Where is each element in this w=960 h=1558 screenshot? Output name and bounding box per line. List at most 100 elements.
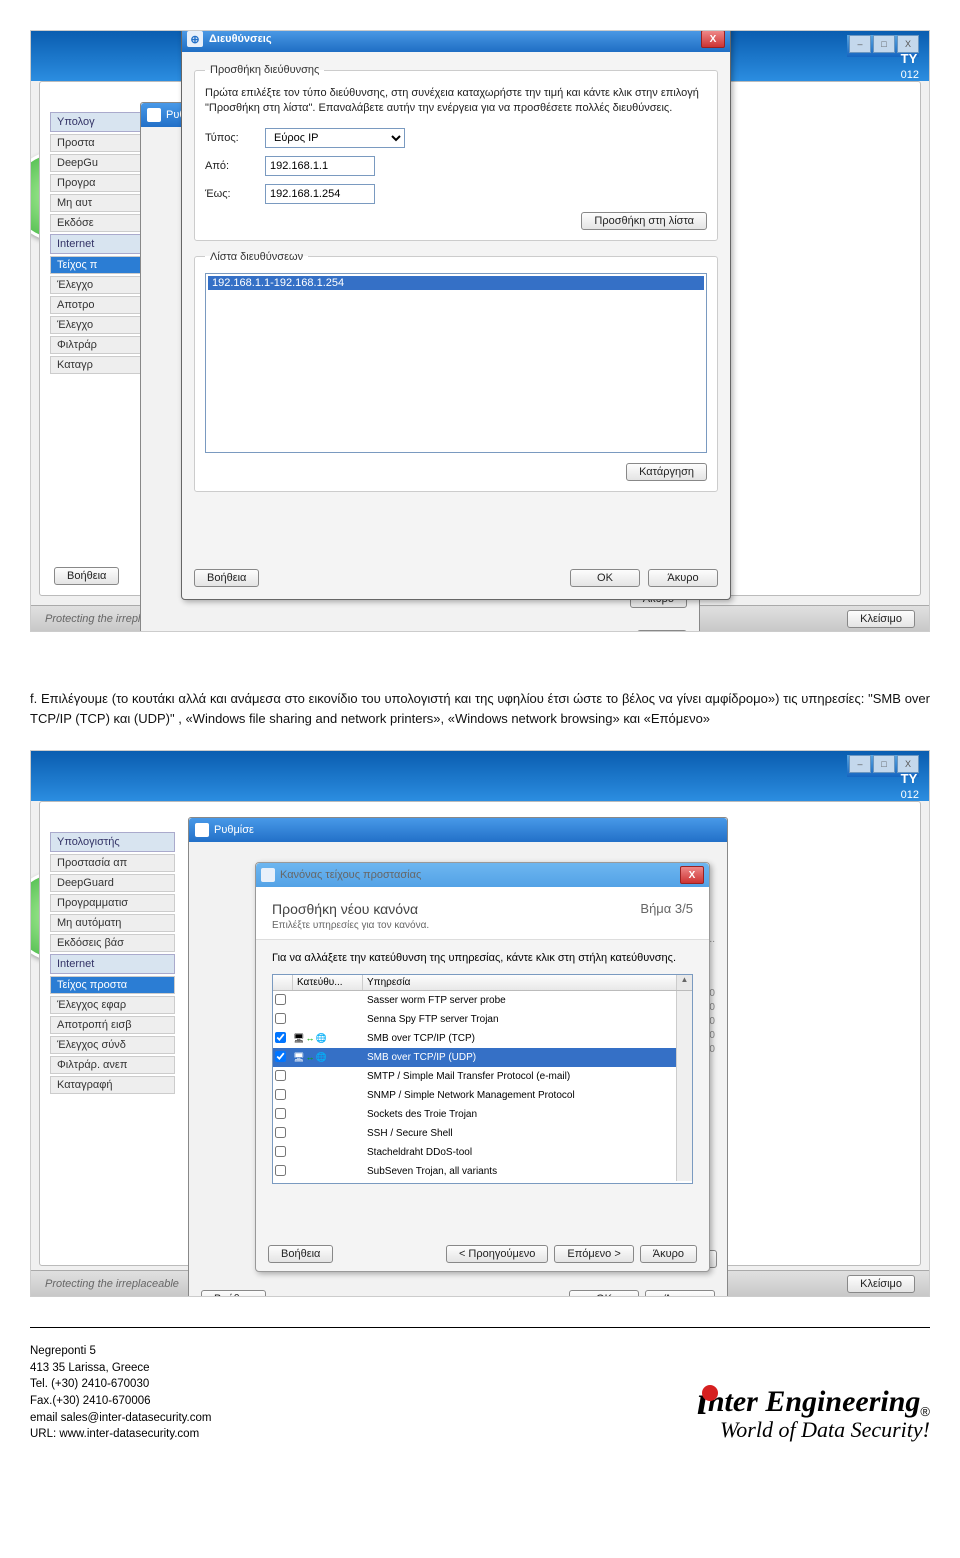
sidebar-item[interactable]: Καταγραφή [50, 1076, 175, 1094]
table-row[interactable]: 🖥↔🌐SMB over TCP/IP (UDP) [273, 1048, 676, 1067]
scroll-up-icon[interactable]: ▲ [676, 975, 692, 990]
cancel-button[interactable]: Άκυρο [645, 1290, 715, 1296]
list-item[interactable]: 192.168.1.1-192.168.1.254 [208, 276, 704, 290]
ok-button[interactable]: OK [570, 569, 640, 587]
close-icon[interactable]: X [680, 866, 704, 884]
add-to-list-button[interactable]: Προσθήκη στη λίστα [581, 212, 707, 230]
sidebar-item[interactable]: DeepGu [50, 154, 150, 172]
addresses-dialog: ⊕ Διευθύνσεις X Προσθήκη διεύθυνσης Πρώτ… [181, 31, 731, 600]
table-row[interactable]: SSH / Secure Shell [273, 1124, 676, 1143]
from-input[interactable] [265, 156, 375, 176]
apply-button[interactable]: ηση [637, 630, 687, 631]
close-button[interactable]: Κλείσιμο [847, 1275, 915, 1293]
service-checkbox[interactable] [275, 1127, 286, 1138]
sidebar-item[interactable]: Έλεγχος σύνδ [50, 1036, 175, 1054]
add-address-legend: Προσθήκη διεύθυνσης [205, 64, 324, 76]
service-name: Sasser worm FTP server probe [363, 995, 676, 1006]
help-button[interactable]: Βοήθεια [54, 567, 119, 585]
sidebar-item[interactable]: Εκδόσεις βάσ [50, 934, 175, 952]
sidebar-item[interactable]: Έλεγχο [50, 276, 150, 294]
sidebar-item[interactable]: Έλεγχος εφαρ [50, 996, 175, 1014]
help-button[interactable]: Βοήθεια [268, 1245, 333, 1263]
bidir-arrow-icon: ↔ [305, 1033, 314, 1044]
sidebar-item[interactable]: DeepGuard [50, 874, 175, 892]
col-direction[interactable]: Κατεύθυ... [293, 975, 363, 990]
instruction-paragraph: f. Επιλέγουμε (το κουτάκι αλλά και ανάμε… [0, 677, 960, 740]
table-row[interactable]: SMTP / Simple Mail Transfer Protocol (e-… [273, 1067, 676, 1086]
maximize-button[interactable]: □ [873, 755, 895, 773]
settings-titlebar: Ρυθμίσε [189, 818, 727, 842]
sidebar-item[interactable]: Προγρα [50, 174, 150, 192]
sidebar-item[interactable]: Μη αυτόματη [50, 914, 175, 932]
table-row[interactable]: SNMP / Simple Network Management Protoco… [273, 1086, 676, 1105]
service-name: SMB over TCP/IP (UDP) [363, 1052, 676, 1063]
help-button[interactable]: Βοήθεια [194, 569, 259, 587]
service-checkbox[interactable] [275, 1108, 286, 1119]
sidebar-item[interactable]: Εκδόσε [50, 214, 150, 232]
sidebar-section-computer: Υπολογ [50, 112, 150, 132]
service-name: SMB over TCP/IP (TCP) [363, 1033, 676, 1044]
computer-icon: 🖥 [293, 1033, 304, 1044]
service-checkbox[interactable] [275, 1146, 286, 1157]
ok-button[interactable]: OK [569, 1290, 639, 1296]
table-row[interactable]: Senna Spy FTP server Trojan [273, 1010, 676, 1029]
sidebar-item[interactable]: Μη αυτ [50, 194, 150, 212]
settings-icon [195, 823, 209, 837]
service-name: SMTP / Simple Mail Transfer Protocol (e-… [363, 1071, 676, 1082]
service-checkbox[interactable] [275, 1032, 286, 1043]
sidebar-item[interactable]: Έλεγχο [50, 316, 150, 334]
rule-header: Προσθήκη νέου κανόνα Επιλέξτε υπηρεσίες … [256, 887, 709, 940]
instructions-text: Πρώτα επιλέξτε τον τύπο διεύθυνσης, στη … [205, 86, 707, 116]
direction-cell[interactable]: 🖥↔🌐 [293, 1033, 363, 1044]
type-label: Τύπος: [205, 132, 265, 144]
sidebar-item[interactable]: Προστα [50, 134, 150, 152]
service-checkbox[interactable] [275, 1165, 286, 1176]
direction-cell[interactable]: 🖥↔🌐 [293, 1052, 363, 1063]
service-checkbox[interactable] [275, 1051, 286, 1062]
table-row[interactable]: 🖥↔🌐SMB over TCP/IP (TCP) [273, 1029, 676, 1048]
service-name: Sockets des Troie Trojan [363, 1109, 676, 1120]
sidebar-item[interactable]: Προγραμματισ [50, 894, 175, 912]
minimize-button[interactable]: – [849, 755, 871, 773]
rule-heading: Προσθήκη νέου κανόνα [272, 901, 429, 917]
cancel-button[interactable]: Άκυρο [640, 1245, 697, 1263]
services-table: Κατεύθυ... Υπηρεσία ▲ Sasser worm FTP se… [272, 974, 693, 1184]
brand-label: TY012 [901, 51, 919, 81]
minimize-button[interactable]: – [849, 35, 871, 53]
table-row[interactable]: Stacheldraht DDoS-tool [273, 1143, 676, 1162]
sidebar-item[interactable]: Αποτροπή εισβ [50, 1016, 175, 1034]
sidebar-item[interactable]: Προστασία απ [50, 854, 175, 872]
service-checkbox[interactable] [275, 994, 286, 1005]
logo-tagline: World of Data Security! [697, 1417, 930, 1443]
computer-icon: 🖥 [293, 1052, 304, 1063]
sidebar-item[interactable]: Φιλτράρ [50, 336, 150, 354]
table-row[interactable]: SubSeven Trojan, all variants [273, 1162, 676, 1181]
help-button[interactable]: Βοήθεια [201, 1290, 266, 1296]
cancel-button[interactable]: Άκυρο [648, 569, 718, 587]
remove-button[interactable]: Κατάργηση [626, 463, 707, 481]
scrollbar[interactable] [676, 991, 692, 1181]
to-input[interactable] [265, 184, 375, 204]
sidebar-item[interactable]: Φιλτράρ. ανεπ [50, 1056, 175, 1074]
service-checkbox[interactable] [275, 1089, 286, 1100]
sidebar-item-firewall[interactable]: Τείχος π [50, 256, 150, 274]
status-text: Protecting the irreplaceable [45, 1278, 179, 1290]
service-name: SubSeven Trojan, all variants [363, 1166, 676, 1177]
sidebar-item[interactable]: Αποτρο [50, 296, 150, 314]
service-checkbox[interactable] [275, 1070, 286, 1081]
next-button[interactable]: Επόμενο > [554, 1245, 633, 1263]
table-row[interactable]: Sasser worm FTP server probe [273, 991, 676, 1010]
sidebar-item-firewall[interactable]: Τείχος προστα [50, 976, 175, 994]
sidebar-item[interactable]: Καταγρ [50, 356, 150, 374]
table-row[interactable]: Sockets des Troie Trojan [273, 1105, 676, 1124]
col-service[interactable]: Υπηρεσία [363, 975, 676, 990]
from-label: Από: [205, 160, 265, 172]
close-button[interactable]: Κλείσιμο [847, 610, 915, 628]
address-listbox[interactable]: 192.168.1.1-192.168.1.254 [205, 273, 707, 453]
service-checkbox[interactable] [275, 1013, 286, 1024]
maximize-button[interactable]: □ [873, 35, 895, 53]
sidebar: Υπολογιστής Προστασία απ DeepGuard Προγρ… [50, 832, 175, 1096]
type-select[interactable]: Εύρος IP [265, 128, 405, 148]
prev-button[interactable]: < Προηγούμενο [446, 1245, 548, 1263]
close-icon[interactable]: X [701, 31, 725, 48]
